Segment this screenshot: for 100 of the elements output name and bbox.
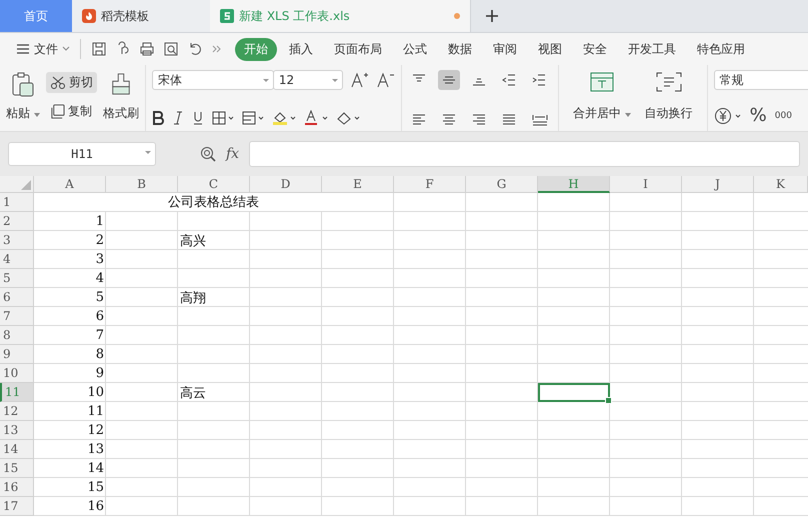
column-header[interactable]: J: [682, 176, 754, 193]
align-middle-icon: [442, 74, 456, 86]
menu-icon: [16, 43, 30, 55]
table-cell-text: 14: [86, 460, 105, 478]
column-header[interactable]: B: [106, 176, 178, 193]
row-header[interactable]: 3: [0, 231, 34, 250]
column-header[interactable]: D: [250, 176, 322, 193]
row-header[interactable]: 15: [0, 459, 34, 478]
distribute-icon[interactable]: [532, 114, 548, 126]
brush-icon[interactable]: [110, 72, 132, 96]
table-cell-text: 16: [86, 498, 105, 516]
thousands-separator-button[interactable]: 000: [774, 110, 792, 120]
more-icon[interactable]: [211, 43, 223, 55]
cell-style-icon[interactable]: [242, 111, 264, 125]
percent-button[interactable]: %: [750, 105, 767, 126]
ribbon-tab[interactable]: 开发工具: [619, 38, 685, 60]
column-header[interactable]: C: [178, 176, 250, 193]
font-size-dropdown[interactable]: 12: [272, 70, 343, 90]
eraser-icon[interactable]: [336, 110, 360, 126]
table-cell-text: 15: [86, 479, 105, 497]
row-header[interactable]: 1: [0, 193, 34, 212]
row-header[interactable]: 4: [0, 250, 34, 269]
number-format-dropdown[interactable]: 常规: [714, 70, 808, 90]
print-preview-icon[interactable]: [163, 41, 179, 57]
currency-icon[interactable]: [714, 106, 742, 124]
increase-indent-icon: [532, 74, 546, 86]
save-icon[interactable]: [91, 41, 107, 57]
table-cell-text: 4: [94, 270, 105, 288]
row-header[interactable]: 16: [0, 478, 34, 497]
ribbon-tab[interactable]: 公式: [394, 38, 436, 60]
font-color-icon[interactable]: [304, 110, 328, 126]
ribbon-tab[interactable]: 页面布局: [325, 38, 391, 60]
ribbon-tab[interactable]: 审阅: [484, 38, 526, 60]
column-header[interactable]: G: [466, 176, 538, 193]
wrap-text-icon[interactable]: [656, 72, 682, 92]
borders-icon[interactable]: [212, 111, 234, 125]
row-header[interactable]: 10: [0, 364, 34, 383]
font-name-dropdown[interactable]: 宋体: [152, 70, 274, 90]
column-header[interactable]: E: [322, 176, 394, 193]
active-cell-outline[interactable]: [538, 383, 610, 402]
wrap-text-button[interactable]: 自动换行: [644, 105, 693, 122]
row-header[interactable]: 14: [0, 440, 34, 459]
fill-color-icon[interactable]: [272, 110, 296, 126]
paste-icon[interactable]: [10, 72, 35, 98]
print-icon[interactable]: [139, 41, 155, 57]
ribbon-tab[interactable]: 安全: [574, 38, 616, 60]
copy-button[interactable]: 复制: [46, 101, 97, 122]
format-painter-button[interactable]: 格式刷: [102, 105, 139, 122]
cut-button[interactable]: 剪切: [46, 72, 97, 93]
align-button[interactable]: [438, 70, 460, 90]
file-menu[interactable]: 文件: [12, 40, 74, 58]
new-tab-icon[interactable]: [485, 9, 499, 23]
table-cell-text: 11: [86, 403, 105, 421]
flame-icon: [82, 9, 96, 23]
name-box[interactable]: H11: [8, 142, 156, 166]
row-header[interactable]: 6: [0, 288, 34, 307]
underline-icon[interactable]: [192, 111, 204, 125]
row-header[interactable]: 7: [0, 307, 34, 326]
spreadsheet-icon: [220, 9, 234, 23]
ribbon-tab[interactable]: 特色应用: [688, 38, 754, 60]
column-header[interactable]: A: [34, 176, 106, 193]
scissors-icon: [50, 76, 66, 90]
caret-icon: [34, 113, 40, 117]
table-cell-text: 13: [86, 441, 105, 459]
column-header[interactable]: K: [754, 176, 808, 193]
increase-font-icon[interactable]: [350, 72, 369, 88]
table-cell-text: 高云: [179, 384, 207, 402]
merge-center-button[interactable]: 合并居中: [572, 105, 631, 122]
decrease-indent-icon: [502, 74, 516, 86]
justify-icon[interactable]: [502, 114, 516, 126]
tab-label: 稻壳模板: [101, 8, 149, 24]
row-header[interactable]: 5: [0, 269, 34, 288]
ribbon-tab[interactable]: 插入: [280, 38, 322, 60]
ribbon-tab[interactable]: 数据: [439, 38, 481, 60]
row-header[interactable]: 8: [0, 326, 34, 345]
tab-label: 首页: [24, 8, 48, 24]
italic-icon[interactable]: [172, 111, 184, 125]
align-left-icon[interactable]: [412, 114, 426, 126]
align-center-icon[interactable]: [442, 114, 456, 126]
table-cell-text: 高兴: [179, 232, 207, 250]
row-header[interactable]: 9: [0, 345, 34, 364]
row-header[interactable]: 13: [0, 421, 34, 440]
zoom-icon[interactable]: [200, 146, 216, 162]
column-header[interactable]: I: [610, 176, 682, 193]
merge-cells-icon[interactable]: [590, 72, 614, 92]
document-tab[interactable]: 稻壳模板: [72, 0, 210, 32]
align-right-icon[interactable]: [472, 114, 486, 126]
row-header[interactable]: 2: [0, 212, 34, 231]
caret-icon: [624, 113, 631, 117]
row-header[interactable]: 12: [0, 402, 34, 421]
ribbon-tab[interactable]: 开始: [235, 38, 277, 60]
ribbon-tab[interactable]: 视图: [529, 38, 571, 60]
paste-button[interactable]: 粘贴: [6, 105, 40, 122]
function-label[interactable]: fx: [226, 146, 240, 162]
column-header[interactable]: F: [394, 176, 466, 193]
bold-icon[interactable]: [152, 111, 164, 125]
decrease-font-icon[interactable]: [376, 72, 395, 88]
row-header[interactable]: 17: [0, 497, 34, 516]
formula-input[interactable]: [249, 141, 800, 167]
table-cell-text: 2: [94, 232, 105, 250]
